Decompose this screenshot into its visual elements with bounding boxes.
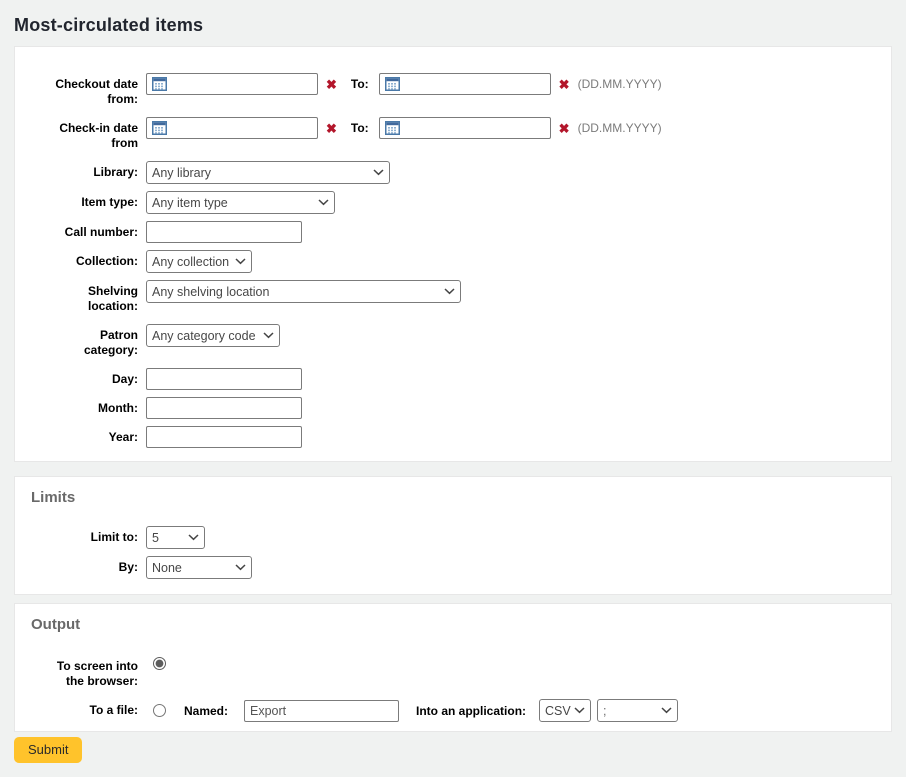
collection-select[interactable]: Any collection (146, 250, 252, 273)
calendar-icon[interactable] (152, 77, 167, 91)
calendar-icon[interactable] (385, 121, 400, 135)
checkout-date-to-label: To: (351, 73, 369, 91)
limit-by-select[interactable]: None (146, 556, 252, 579)
checkout-date-from-wrap (146, 73, 318, 95)
clear-date-icon[interactable]: ✖ (559, 117, 570, 136)
calendar-icon[interactable] (152, 121, 167, 135)
item-type-select[interactable]: Any item type (146, 191, 335, 214)
item-type-select-wrap: Any item type (146, 191, 335, 214)
year-label: Year: (27, 426, 138, 445)
day-input[interactable] (146, 368, 302, 390)
to-screen-radio[interactable] (153, 657, 166, 670)
library-select[interactable]: Any library (146, 161, 390, 184)
most-circulated-page: Most-circulated items Checkout date from… (0, 0, 906, 777)
call-number-label: Call number: (27, 221, 138, 240)
shelving-location-select[interactable]: Any shelving location (146, 280, 461, 303)
checkin-date-row: Check-in date from ✖ To: (27, 117, 875, 151)
date-format-hint: (DD.MM.YYYY) (578, 117, 662, 135)
named-label: Named: (184, 704, 228, 718)
patron-category-select[interactable]: Any category code (146, 324, 280, 347)
checkout-date-row: Checkout date from: ✖ To: (27, 73, 875, 107)
date-format-hint: (DD.MM.YYYY) (578, 73, 662, 91)
patron-category-row: Patron category: Any category code (27, 324, 875, 358)
day-label: Day: (27, 368, 138, 387)
checkout-date-label: Checkout date from: (27, 73, 138, 107)
separator-select[interactable]: ; (597, 699, 678, 722)
checkin-date-to-wrap (379, 117, 551, 139)
limit-to-select[interactable]: 5 (146, 526, 205, 549)
item-type-label: Item type: (27, 191, 138, 210)
collection-select-wrap: Any collection (146, 250, 252, 273)
limits-heading: Limits (31, 489, 875, 506)
item-type-row: Item type: Any item type (27, 191, 875, 214)
patron-category-select-wrap: Any category code (146, 324, 280, 347)
limit-to-label: Limit to: (27, 526, 138, 545)
file-format-select-wrap: CSV (539, 699, 591, 722)
output-to-screen-row: To screen into the browser: (27, 655, 875, 689)
to-screen-label: To screen into the browser: (27, 655, 138, 689)
limit-to-row: Limit to: 5 (27, 526, 875, 549)
limits-panel: Limits Limit to: 5 By: None (14, 476, 892, 595)
library-select-wrap: Any library (146, 161, 390, 184)
calendar-icon[interactable] (385, 77, 400, 91)
output-panel: Output To screen into the browser: To a … (14, 603, 892, 732)
file-name-input[interactable] (244, 700, 399, 722)
month-label: Month: (27, 397, 138, 416)
limit-to-select-wrap: 5 (146, 526, 205, 549)
submit-button[interactable]: Submit (14, 737, 82, 763)
to-file-label: To a file: (27, 703, 138, 718)
month-input[interactable] (146, 397, 302, 419)
to-file-radio[interactable] (153, 704, 166, 717)
limit-by-row: By: None (27, 556, 875, 579)
checkin-date-to-input[interactable] (379, 117, 551, 139)
collection-label: Collection: (27, 250, 138, 269)
output-heading: Output (31, 616, 875, 633)
month-row: Month: (27, 397, 875, 419)
shelving-location-row: Shelving location: Any shelving location (27, 280, 875, 314)
checkin-date-to-label: To: (351, 117, 369, 135)
output-to-file-row: To a file: Named: Into an application: C… (27, 699, 875, 722)
call-number-row: Call number: (27, 221, 875, 243)
checkout-date-from-input[interactable] (146, 73, 318, 95)
year-row: Year: (27, 426, 875, 448)
shelving-location-select-wrap: Any shelving location (146, 280, 461, 303)
filters-panel: Checkout date from: ✖ To: (14, 46, 892, 462)
checkout-date-to-wrap (379, 73, 551, 95)
limit-by-select-wrap: None (146, 556, 252, 579)
clear-date-icon[interactable]: ✖ (326, 117, 337, 136)
separator-select-wrap: ; (597, 699, 678, 722)
clear-date-icon[interactable]: ✖ (559, 73, 570, 92)
limit-by-label: By: (27, 556, 138, 575)
shelving-location-label: Shelving location: (27, 280, 138, 314)
call-number-input[interactable] (146, 221, 302, 243)
checkin-date-label: Check-in date from (27, 117, 138, 151)
day-row: Day: (27, 368, 875, 390)
clear-date-icon[interactable]: ✖ (326, 73, 337, 92)
checkin-date-from-input[interactable] (146, 117, 318, 139)
library-row: Library: Any library (27, 161, 875, 184)
patron-category-label: Patron category: (27, 324, 138, 358)
file-format-select[interactable]: CSV (539, 699, 591, 722)
page-title: Most-circulated items (0, 0, 906, 46)
library-label: Library: (27, 161, 138, 180)
year-input[interactable] (146, 426, 302, 448)
checkout-date-to-input[interactable] (379, 73, 551, 95)
checkin-date-from-wrap (146, 117, 318, 139)
collection-row: Collection: Any collection (27, 250, 875, 273)
into-application-label: Into an application: (416, 704, 526, 718)
